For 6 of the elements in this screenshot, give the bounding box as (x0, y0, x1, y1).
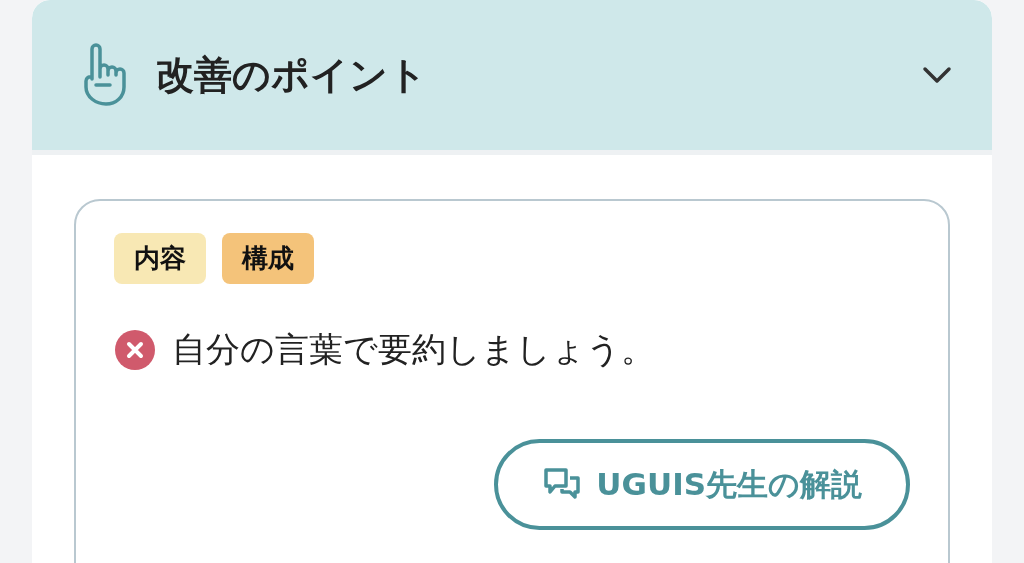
category-tag: 内容 (114, 233, 206, 284)
section-title: 改善のポイント (156, 51, 428, 99)
chevron-down-icon[interactable] (922, 66, 952, 84)
category-tag: 構成 (222, 233, 314, 284)
explanation-button[interactable]: UGUIS先生の解説 (494, 439, 910, 530)
advice-message: 自分の言葉で要約しましょう。 (172, 328, 655, 371)
